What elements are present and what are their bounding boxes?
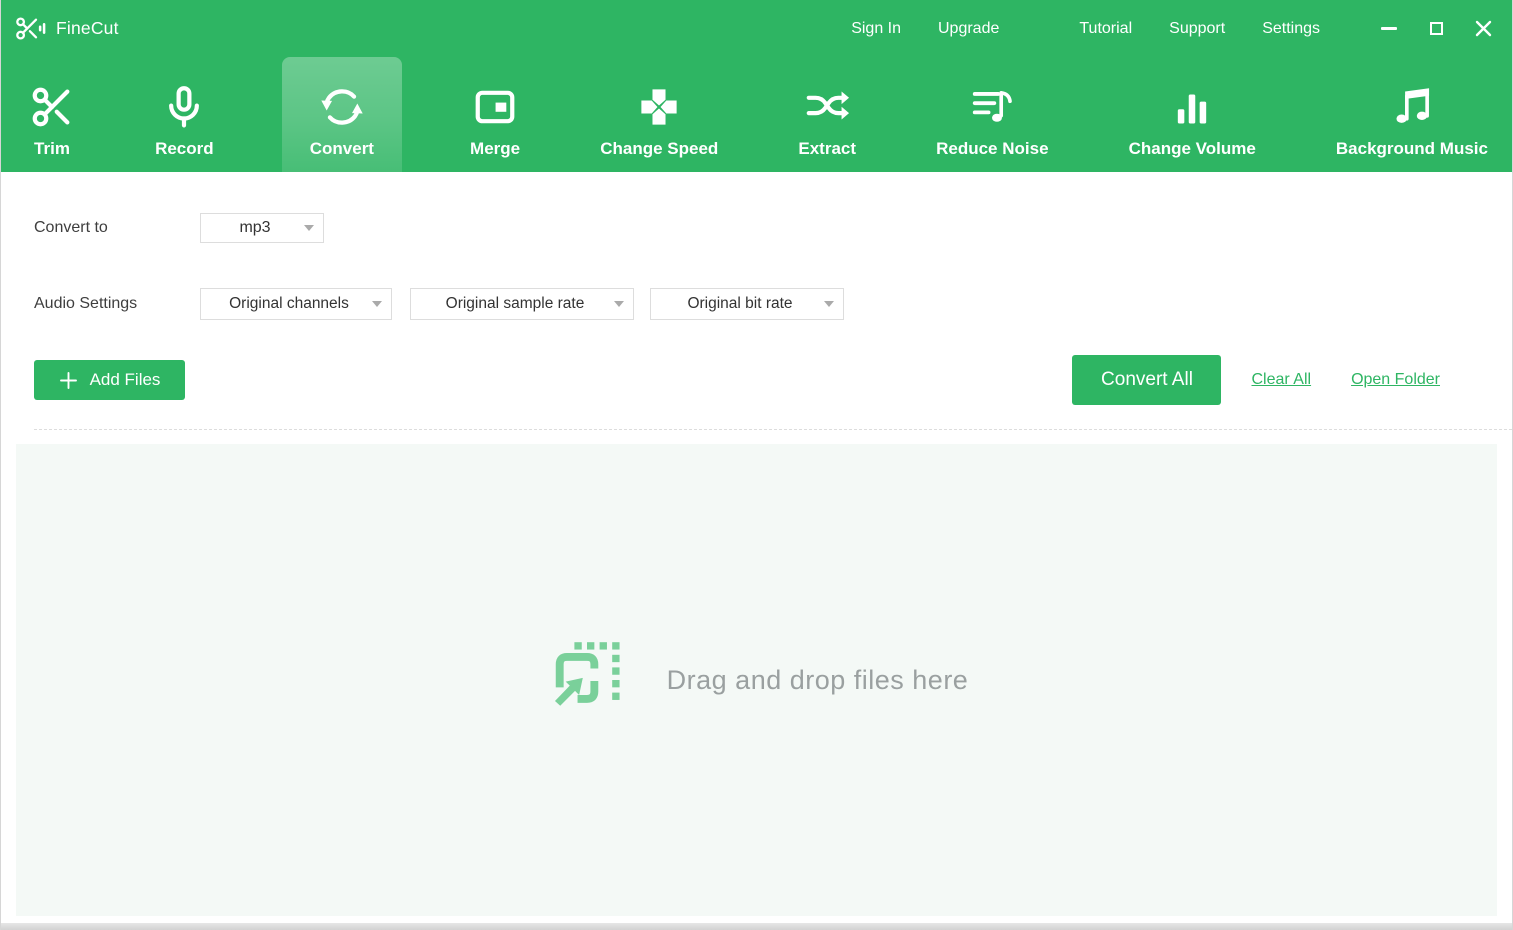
chevron-down-icon bbox=[824, 301, 834, 307]
open-folder-link[interactable]: Open Folder bbox=[1351, 371, 1440, 389]
sample-rate-select[interactable]: Original sample rate bbox=[410, 288, 634, 320]
noise-lines-note-icon bbox=[969, 80, 1015, 130]
menu-support[interactable]: Support bbox=[1169, 20, 1225, 38]
audio-settings-row: Audio Settings Original channels Origina… bbox=[34, 288, 1512, 320]
close-icon bbox=[1475, 20, 1491, 37]
window-bottom-edge bbox=[1, 923, 1512, 930]
clear-all-link[interactable]: Clear All bbox=[1251, 371, 1311, 389]
app-logo: FineCut bbox=[14, 15, 119, 42]
convert-to-label: Convert to bbox=[34, 219, 108, 236]
minimize-button[interactable] bbox=[1380, 20, 1398, 38]
window-controls bbox=[1320, 20, 1512, 38]
tab-change-speed[interactable]: Change Speed bbox=[588, 57, 730, 172]
chevron-down-icon bbox=[304, 225, 314, 231]
bit-rate-select[interactable]: Original bit rate bbox=[650, 288, 844, 320]
maximize-button[interactable] bbox=[1427, 20, 1445, 38]
titlebar: FineCut Sign In Upgrade Tutorial Support… bbox=[1, 0, 1512, 57]
scissors-sound-logo-icon bbox=[14, 15, 47, 42]
tab-label: Change Speed bbox=[600, 139, 719, 158]
app-window: FineCut Sign In Upgrade Tutorial Support… bbox=[0, 0, 1513, 930]
shuffle-icon bbox=[804, 80, 850, 130]
feature-tabbar: Trim Record Convert Merge Change Speed E… bbox=[1, 57, 1512, 172]
menu-upgrade[interactable]: Upgrade bbox=[938, 20, 999, 38]
scissors-icon bbox=[29, 80, 75, 130]
microphone-icon bbox=[161, 80, 207, 130]
menu-tutorial[interactable]: Tutorial bbox=[1079, 20, 1132, 38]
tab-label: Convert bbox=[309, 139, 374, 158]
file-dropzone[interactable]: Drag and drop files here bbox=[16, 444, 1497, 916]
chevron-down-icon bbox=[372, 301, 382, 307]
speed-cross-icon bbox=[636, 80, 682, 130]
convert-all-label: Convert All bbox=[1101, 369, 1193, 390]
plus-icon bbox=[59, 371, 77, 389]
tab-record[interactable]: Record bbox=[143, 57, 226, 172]
app-title: FineCut bbox=[56, 18, 119, 38]
tab-label: Change Volume bbox=[1128, 139, 1256, 158]
tab-merge[interactable]: Merge bbox=[458, 57, 532, 172]
close-button[interactable] bbox=[1474, 20, 1492, 38]
tab-label: Record bbox=[155, 139, 214, 158]
format-select[interactable]: mp3 bbox=[200, 213, 324, 243]
sync-arrows-icon bbox=[319, 80, 365, 130]
tab-label: Trim bbox=[34, 139, 70, 158]
titlebar-menu: Sign In Upgrade Tutorial Support Setting… bbox=[851, 20, 1320, 38]
music-notes-icon bbox=[1389, 80, 1435, 130]
tab-background-music[interactable]: Background Music bbox=[1324, 57, 1500, 172]
minimize-icon bbox=[1381, 27, 1397, 30]
tab-label: Merge bbox=[470, 139, 521, 158]
chevron-down-icon bbox=[614, 301, 624, 307]
dropzone-message: Drag and drop files here bbox=[666, 664, 969, 695]
channels-select-value: Original channels bbox=[229, 295, 349, 312]
bit-rate-select-value: Original bit rate bbox=[687, 295, 793, 312]
tab-trim[interactable]: Trim bbox=[17, 57, 87, 172]
convert-to-row: Convert to mp3 bbox=[34, 213, 1512, 243]
add-files-button[interactable]: Add Files bbox=[34, 360, 185, 400]
menu-settings[interactable]: Settings bbox=[1262, 20, 1320, 38]
tab-label: Reduce Noise bbox=[936, 139, 1049, 158]
channels-select[interactable]: Original channels bbox=[200, 288, 392, 320]
menu-sign-in[interactable]: Sign In bbox=[851, 20, 901, 38]
drag-drop-icon bbox=[545, 638, 629, 722]
tab-label: Extract bbox=[798, 139, 857, 158]
convert-settings-panel: Convert to mp3 Audio Settings Original c… bbox=[1, 172, 1512, 430]
panel-divider bbox=[34, 429, 1512, 430]
tab-reduce-noise[interactable]: Reduce Noise bbox=[924, 57, 1060, 172]
format-select-value: mp3 bbox=[239, 219, 271, 236]
add-files-label: Add Files bbox=[89, 370, 161, 389]
volume-bars-icon bbox=[1169, 80, 1215, 130]
convert-all-button[interactable]: Convert All bbox=[1072, 355, 1222, 405]
merge-frame-icon bbox=[472, 80, 518, 130]
tab-convert[interactable]: Convert bbox=[281, 57, 402, 172]
tab-label: Background Music bbox=[1335, 139, 1488, 158]
tab-extract[interactable]: Extract bbox=[786, 57, 868, 172]
actions-row: Add Files Convert All Clear All Open Fol… bbox=[34, 355, 1512, 405]
tab-change-volume[interactable]: Change Volume bbox=[1117, 57, 1268, 172]
audio-settings-label: Audio Settings bbox=[34, 295, 138, 312]
maximize-icon bbox=[1429, 22, 1443, 35]
sample-rate-select-value: Original sample rate bbox=[445, 295, 585, 312]
